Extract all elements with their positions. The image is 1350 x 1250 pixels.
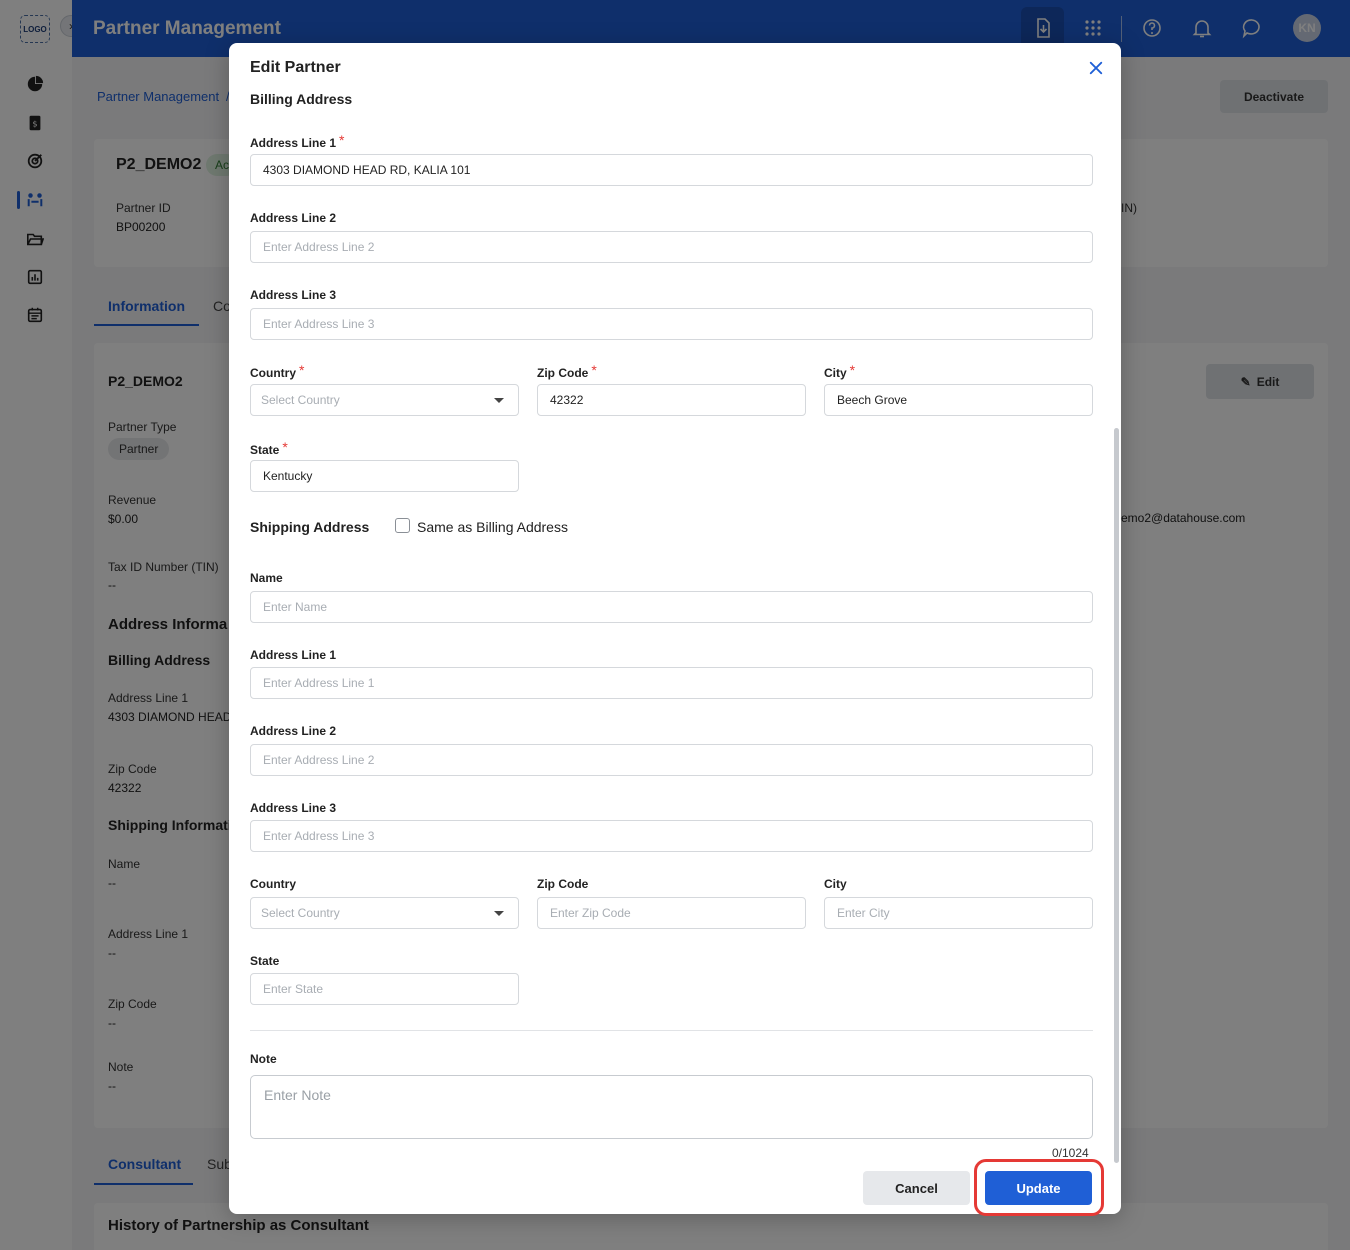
shipping-address-line-1-label: Address Line 1 (250, 648, 337, 662)
billing-address-line-3-label: Address Line 3 (250, 288, 337, 302)
edit-partner-modal: Edit Partner Billing Address Address Lin… (229, 43, 1121, 1216)
billing-city-label: City * (824, 362, 856, 380)
billing-address-line-1-label: Address Line 1 * (250, 132, 345, 150)
same-as-billing-label[interactable]: Same as Billing Address (417, 519, 568, 535)
shipping-country-select[interactable]: Select Country (250, 897, 519, 929)
shipping-state-label: State (250, 954, 280, 968)
shipping-zip-code-label: Zip Code (537, 877, 589, 891)
shipping-address-line-1-input[interactable]: Enter Address Line 1 (250, 667, 1093, 699)
shipping-city-input[interactable]: Enter City (824, 897, 1093, 929)
billing-address-line-2-input[interactable]: Enter Address Line 2 (250, 231, 1093, 263)
cancel-button[interactable]: Cancel (863, 1171, 970, 1205)
same-as-billing-checkbox[interactable] (395, 518, 410, 533)
update-button-highlight (974, 1159, 1104, 1216)
note-textarea[interactable]: Enter Note (250, 1075, 1093, 1139)
shipping-address-line-2-label: Address Line 2 (250, 724, 337, 738)
billing-state-input[interactable]: Kentucky (250, 460, 519, 492)
billing-zip-code-label: Zip Code * (537, 362, 597, 380)
shipping-city-label: City (824, 877, 847, 891)
shipping-address-line-2-input[interactable]: Enter Address Line 2 (250, 744, 1093, 776)
shipping-zip-code-input[interactable]: Enter Zip Code (537, 897, 806, 929)
chevron-down-icon (494, 398, 504, 403)
shipping-country-label: Country (250, 877, 296, 891)
shipping-address-line-3-label: Address Line 3 (250, 801, 337, 815)
shipping-name-label: Name (250, 571, 283, 585)
close-icon[interactable] (1087, 59, 1105, 77)
shipping-country-placeholder: Select Country (261, 906, 340, 920)
billing-zip-code-input[interactable]: 42322 (537, 384, 806, 416)
shipping-section-title: Shipping Address (250, 519, 370, 535)
billing-country-select[interactable]: Select Country (250, 384, 519, 416)
shipping-name-input[interactable]: Enter Name (250, 591, 1093, 623)
billing-state-label: State * (250, 439, 288, 457)
billing-section-title: Billing Address (250, 91, 353, 107)
note-char-counter: 0/1024 (1052, 1146, 1089, 1160)
billing-address-line-1-input[interactable]: 4303 DIAMOND HEAD RD, KALIA 101 (250, 154, 1093, 186)
modal-scrollbar[interactable] (1114, 428, 1119, 1163)
billing-address-line-3-input[interactable]: Enter Address Line 3 (250, 308, 1093, 340)
modal-title: Edit Partner (250, 59, 341, 76)
billing-country-label: Country * (250, 362, 305, 380)
billing-country-placeholder: Select Country (261, 393, 340, 407)
shipping-address-line-3-input[interactable]: Enter Address Line 3 (250, 820, 1093, 852)
note-label: Note (250, 1052, 277, 1066)
chevron-down-icon (494, 911, 504, 916)
shipping-state-input[interactable]: Enter State (250, 973, 519, 1005)
section-divider (250, 1030, 1093, 1031)
billing-address-line-2-label: Address Line 2 (250, 211, 337, 225)
billing-city-input[interactable]: Beech Grove (824, 384, 1093, 416)
